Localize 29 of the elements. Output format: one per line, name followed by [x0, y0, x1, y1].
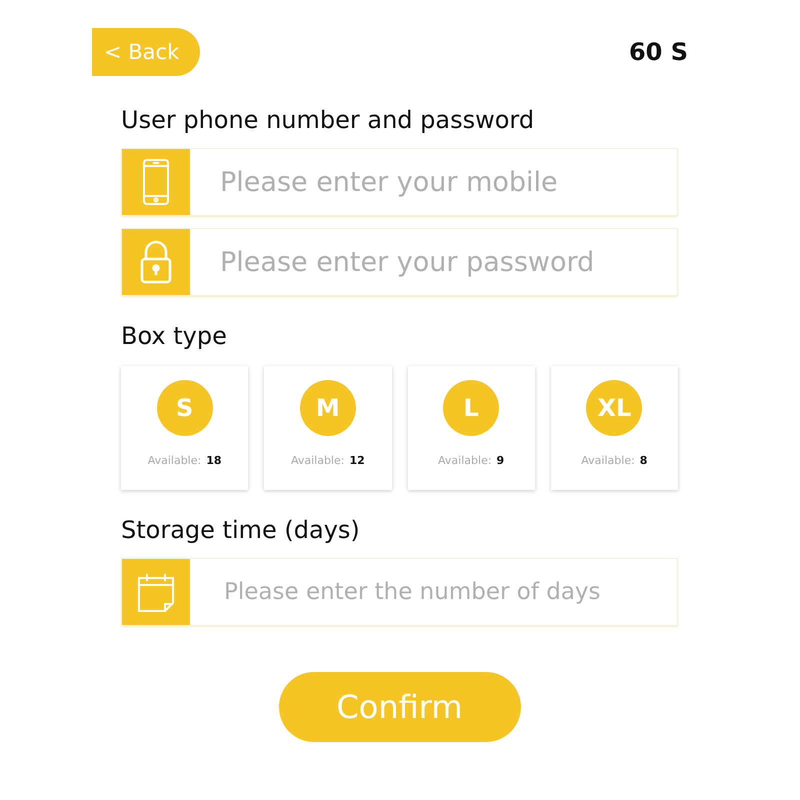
box-size-card[interactable]: M Available: 12: [264, 366, 392, 490]
available-label: Available:: [290, 454, 344, 467]
calendar-icon: [135, 571, 177, 613]
size-badge: XL: [586, 380, 642, 436]
available-count: 8: [640, 454, 648, 467]
lock-icon: [140, 240, 172, 284]
section-title: Box type: [121, 322, 228, 350]
text-input[interactable]: Please enter your password: [190, 229, 677, 295]
available-label: Available:: [438, 454, 492, 467]
size-badge: L: [443, 380, 500, 436]
available-count: 12: [349, 454, 365, 467]
available-count: 18: [206, 454, 222, 467]
input-field[interactable]: Please enter your mobile: [121, 148, 678, 216]
box-size-card[interactable]: S Available: 18: [121, 366, 248, 490]
section-title: User phone number and password: [121, 106, 536, 134]
section-title: Storage time (days): [121, 516, 361, 544]
text-input[interactable]: Please enter your mobile: [190, 149, 677, 215]
input-field[interactable]: Please enter your password: [121, 228, 678, 296]
countdown-timer: 60 S: [628, 38, 688, 66]
available-label: Available:: [148, 454, 202, 467]
size-badge: S: [156, 380, 213, 436]
box-size-card[interactable]: L Available: 9: [408, 366, 535, 490]
size-badge: M: [300, 380, 356, 436]
input-field[interactable]: Please enter the number of days: [121, 558, 678, 626]
box-size-card[interactable]: XL Available: 8: [550, 366, 678, 490]
text-input[interactable]: Please enter the number of days: [190, 559, 677, 625]
available-count: 9: [496, 454, 504, 467]
available-label: Available:: [581, 454, 635, 467]
phone-icon: [143, 159, 169, 205]
